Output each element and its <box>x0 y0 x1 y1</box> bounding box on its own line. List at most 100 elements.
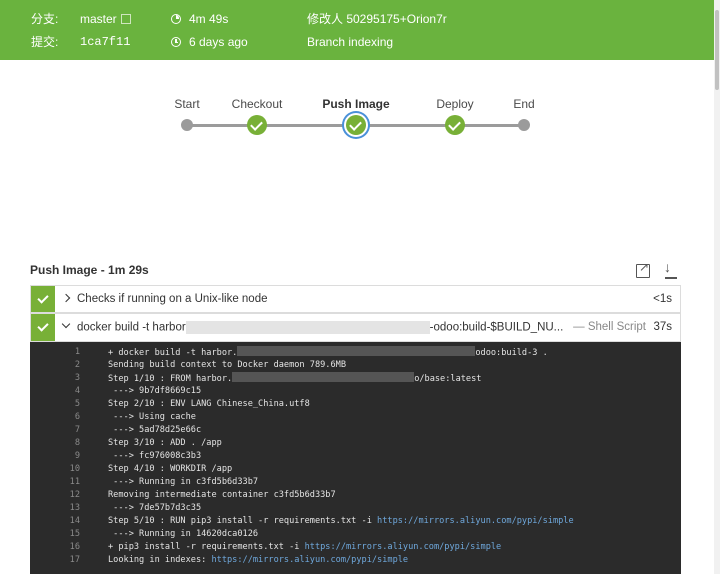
step-type: — Shell Script <box>573 321 646 333</box>
line-text: Looking in indexes: https://mirrors.aliy… <box>108 555 409 565</box>
line-text: ---> Running in c3fd5b6d33b7 <box>108 477 259 487</box>
line-text: Step 5/10 : RUN pip3 install -r requirem… <box>108 516 574 526</box>
line-text: + pip3 install -r requirements.txt -i ht… <box>108 542 502 552</box>
stage-node-start[interactable] <box>181 119 193 131</box>
line-text: Step 2/10 : ENV LANG Chinese_China.utf8 <box>108 399 310 409</box>
run-summary-header: 分支: master 提交: 1ca7f11 4m 49s 6 days ago… <box>0 0 720 60</box>
stage-label-deploy[interactable]: Deploy <box>436 97 473 111</box>
step-title: docker build -t harbor -odoo:build-$BUILD… <box>77 321 563 334</box>
stage-node-checkout-success-icon[interactable] <box>247 115 267 135</box>
download-icon[interactable]: ↓ <box>664 259 678 279</box>
console-line: 7 ---> 5ad78d25e66c <box>30 424 681 437</box>
commit-hash[interactable]: 1ca7f11 <box>80 34 130 50</box>
line-text: + docker build -t harbor. odoo:build-3 . <box>108 346 548 358</box>
console-line: 17 Looking in indexes: https://mirrors.al… <box>30 554 681 567</box>
line-number[interactable]: 4 <box>30 385 80 398</box>
line-text: ---> Using cache <box>108 412 196 422</box>
mirror-link[interactable]: https://mirrors.aliyun.com/pypi/simple <box>377 516 574 526</box>
stage-label-end[interactable]: End <box>513 97 534 111</box>
console-line: 3 Step 1/10 : FROM harbor. o/base:latest <box>30 372 681 385</box>
console-line: 14 Step 5/10 : RUN pip3 install -r requir… <box>30 515 681 528</box>
stage-node-deploy-success-icon[interactable] <box>445 115 465 135</box>
mirror-link[interactable]: https://mirrors.aliyun.com/pypi/simple <box>211 555 408 565</box>
run-time-ago: 6 days ago <box>189 35 248 49</box>
mirror-link[interactable]: https://mirrors.aliyun.com/pypi/simple <box>305 542 502 552</box>
line-number[interactable]: 8 <box>30 437 80 450</box>
line-text: Step 3/10 : ADD . /app <box>108 438 222 448</box>
stage-label-push-image[interactable]: Push Image <box>322 97 389 111</box>
line-number[interactable]: 13 <box>30 502 80 515</box>
step-row-docker-build[interactable]: docker build -t harbor -odoo:build-$BUILD… <box>30 313 681 342</box>
run-cause: Branch indexing <box>307 35 394 49</box>
chevron-right-icon[interactable] <box>61 293 71 303</box>
stage-label-start[interactable]: Start <box>174 97 199 111</box>
commit-label: 提交: <box>31 35 59 49</box>
stage-label-checkout[interactable]: Checkout <box>232 97 283 111</box>
step-duration: <1s <box>653 293 672 305</box>
line-number[interactable]: 17 <box>30 554 80 567</box>
step-success-icon <box>31 286 55 312</box>
line-text: Step 1/10 : FROM harbor. o/base:latest <box>108 372 482 384</box>
line-number[interactable]: 10 <box>30 463 80 476</box>
line-text: Removing intermediate container c3fd5b6d… <box>108 490 336 500</box>
line-text: ---> 9b7df8669c15 <box>108 386 202 396</box>
console-line: 9 ---> fc976008c3b3 <box>30 450 681 463</box>
line-number[interactable]: 7 <box>30 424 80 437</box>
duration-icon <box>171 14 181 24</box>
console-line: 2 Sending build context to Docker daemon … <box>30 359 681 372</box>
line-text: ---> 5ad78d25e66c <box>108 425 202 435</box>
run-duration: 4m 49s <box>189 12 229 26</box>
branch-link[interactable]: master <box>80 11 131 27</box>
line-number[interactable]: 1 <box>30 346 80 359</box>
line-text: ---> Running in 14620dca0126 <box>108 529 259 539</box>
line-number[interactable]: 11 <box>30 476 80 489</box>
console-line: 16 + pip3 install -r requirements.txt -i … <box>30 541 681 554</box>
stage-node-push-image-success-icon[interactable] <box>346 115 366 135</box>
line-number[interactable]: 14 <box>30 515 80 528</box>
console-line: 6 ---> Using cache <box>30 411 681 424</box>
step-row-unix-check[interactable]: Checks if running on a Unix-like node <1… <box>30 285 681 313</box>
page-scrollbar[interactable] <box>714 0 720 574</box>
open-external-icon[interactable] <box>636 260 650 278</box>
line-number[interactable]: 3 <box>30 372 80 385</box>
clock-icon <box>171 37 181 47</box>
line-text: ---> 7de57b7d3c35 <box>108 503 202 513</box>
redacted-region <box>232 372 415 382</box>
scrollbar-thumb[interactable] <box>715 10 719 90</box>
line-number[interactable]: 6 <box>30 411 80 424</box>
external-link-icon <box>120 14 131 24</box>
step-success-icon <box>31 314 55 341</box>
line-number[interactable]: 5 <box>30 398 80 411</box>
branch-name: master <box>80 12 117 26</box>
line-text: ---> fc976008c3b3 <box>108 451 202 461</box>
stage-node-end[interactable] <box>518 119 530 131</box>
console-line: 11 ---> Running in c3fd5b6d33b7 <box>30 476 681 489</box>
line-number[interactable]: 15 <box>30 528 80 541</box>
console-line: 15 ---> Running in 14620dca0126 <box>30 528 681 541</box>
redacted-region <box>185 321 430 334</box>
modifier-text: 修改人 50295175+Orion7r <box>307 12 447 26</box>
console-line: 8 Step 3/10 : ADD . /app <box>30 437 681 450</box>
step-title-prefix: docker build -t harbor <box>77 321 186 334</box>
line-number[interactable]: 2 <box>30 359 80 372</box>
console-line: 10 Step 4/10 : WORKDIR /app <box>30 463 681 476</box>
line-number[interactable]: 9 <box>30 450 80 463</box>
console-line: 5 Step 2/10 : ENV LANG Chinese_China.utf8 <box>30 398 681 411</box>
console-output: 1 + docker build -t harbor. odoo:build-3 .… <box>30 342 681 574</box>
step-duration: 37s <box>653 321 672 333</box>
branch-label: 分支: <box>31 12 59 26</box>
line-text: Sending build context to Docker daemon 7… <box>108 360 346 370</box>
line-text: Step 4/10 : WORKDIR /app <box>108 464 233 474</box>
chevron-down-icon[interactable] <box>61 319 71 329</box>
step-title: Checks if running on a Unix-like node <box>77 293 268 305</box>
pipeline-graph: Start Checkout Push Image Deploy End <box>0 90 720 150</box>
console-line: 1 + docker build -t harbor. odoo:build-3 . <box>30 346 681 359</box>
step-title-suffix: -odoo:build-$BUILD_NU... <box>429 321 564 334</box>
line-number[interactable]: 12 <box>30 489 80 502</box>
stage-title: Push Image - 1m 29s <box>30 263 149 277</box>
redacted-region <box>237 346 476 356</box>
console-line: 13 ---> 7de57b7d3c35 <box>30 502 681 515</box>
console-line: 4 ---> 9b7df8669c15 <box>30 385 681 398</box>
line-number[interactable]: 16 <box>30 541 80 554</box>
console-line: 12 Removing intermediate container c3fd5b… <box>30 489 681 502</box>
